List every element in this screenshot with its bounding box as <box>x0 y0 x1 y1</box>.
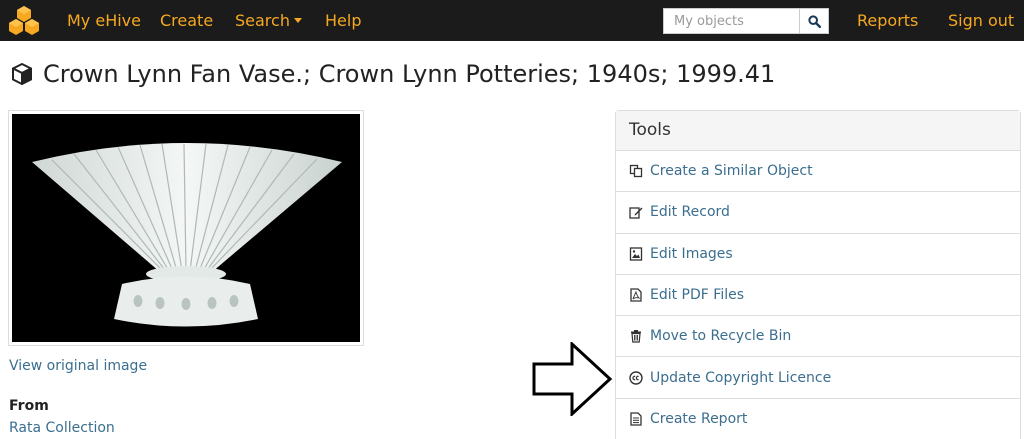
tool-label: Move to Recycle Bin <box>650 328 792 345</box>
image-icon <box>629 247 643 261</box>
object-image[interactable] <box>8 110 364 346</box>
search-icon <box>807 14 821 28</box>
search-input[interactable] <box>663 8 799 34</box>
trash-icon <box>631 330 641 343</box>
report-icon <box>630 412 642 426</box>
cube-icon <box>12 63 32 85</box>
vase-photo <box>12 114 360 342</box>
page-title: Crown Lynn Fan Vase.; Crown Lynn Potteri… <box>43 60 776 88</box>
tool-edit-pdf-files[interactable]: Edit PDF Files <box>616 275 1020 317</box>
nav-sign-out[interactable]: Sign out <box>948 11 1014 30</box>
tool-create-report[interactable]: Create Report <box>616 399 1020 439</box>
nav-my-ehive[interactable]: My eHive <box>67 11 141 30</box>
nav-search-label: Search <box>235 11 290 30</box>
search-button[interactable] <box>799 8 829 34</box>
tool-create-similar-object[interactable]: Create a Similar Object <box>616 151 1020 193</box>
annotation-arrow-icon <box>532 342 613 416</box>
pdf-icon <box>630 288 642 302</box>
creative-commons-icon <box>629 370 643 385</box>
caret-down-icon <box>293 18 302 23</box>
tools-header: Tools <box>616 111 1020 151</box>
nav-create[interactable]: Create <box>160 11 213 30</box>
tool-label: Create Report <box>650 410 748 427</box>
tool-edit-images[interactable]: Edit Images <box>616 234 1020 275</box>
ehive-logo-icon[interactable] <box>8 4 40 36</box>
from-collection-link[interactable]: Rata Collection <box>9 420 115 436</box>
edit-icon <box>629 207 643 220</box>
nav-search-dropdown[interactable]: Search <box>235 11 302 30</box>
tool-label: Edit PDF Files <box>650 287 745 304</box>
tool-label: Create a Similar Object <box>650 163 813 180</box>
tool-label: Edit Images <box>650 245 733 262</box>
tool-update-copyright-licence[interactable]: Update Copyright Licence <box>616 357 1020 399</box>
from-label: From <box>9 398 49 414</box>
tools-panel: Tools Create a Similar Object Edit Recor… <box>615 110 1021 439</box>
page-title-row: Crown Lynn Fan Vase.; Crown Lynn Potteri… <box>9 60 775 88</box>
tool-edit-record[interactable]: Edit Record <box>616 192 1020 234</box>
copy-icon <box>629 164 643 178</box>
nav-reports[interactable]: Reports <box>857 11 918 30</box>
nav-help[interactable]: Help <box>325 11 361 30</box>
tool-move-to-recycle-bin[interactable]: Move to Recycle Bin <box>616 316 1020 358</box>
tool-label: Edit Record <box>650 204 730 221</box>
tool-label: Update Copyright Licence <box>650 369 832 386</box>
view-original-image-link[interactable]: View original image <box>9 358 147 374</box>
top-navbar: My eHive Create Search Help Reports Sign… <box>0 0 1024 41</box>
